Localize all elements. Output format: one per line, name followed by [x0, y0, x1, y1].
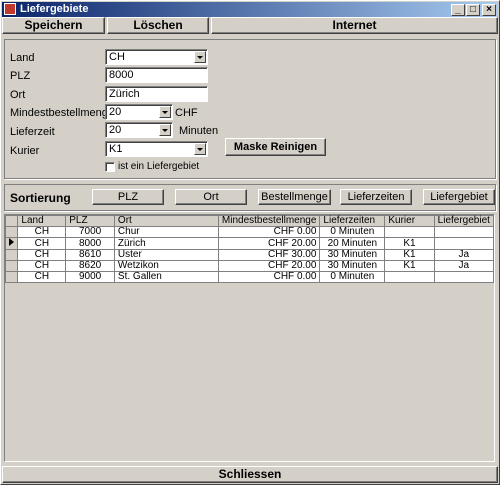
cell-min-order: CHF 0.00: [217, 226, 321, 238]
cell-delivery-area: [433, 237, 494, 250]
delete-button[interactable]: Löschen: [107, 17, 209, 34]
cell-plz: 8620: [65, 260, 115, 272]
table-row[interactable]: CH 9000 St. Gallen CHF 0.00 0 Minuten: [5, 271, 494, 283]
cell-ort: Uster: [113, 249, 219, 261]
cell-plz: 8000: [65, 237, 115, 250]
cell-delivery-area: Ja: [433, 249, 494, 261]
table-header-row: Land PLZ Ort Mindestbestellmenge Lieferz…: [5, 215, 494, 227]
row-selector[interactable]: [5, 249, 19, 261]
row-selector[interactable]: [5, 271, 19, 283]
cell-min-order: CHF 30.00: [217, 249, 321, 261]
min-order-unit: CHF: [175, 107, 198, 119]
save-button[interactable]: Speichern: [2, 17, 105, 34]
cell-plz: 8610: [65, 249, 115, 261]
land-select-value: CH: [109, 51, 125, 63]
app-icon: [4, 3, 16, 15]
plz-input[interactable]: 8000: [105, 67, 208, 83]
chevron-down-icon[interactable]: [194, 51, 206, 63]
table-row[interactable]: CH 8000 Zürich CHF 20.00 20 Minuten K1: [5, 237, 494, 250]
delivery-time-unit: Minuten: [179, 125, 219, 137]
cell-land: CH: [17, 249, 67, 261]
column-header-delivery-area[interactable]: Liefergebiet: [433, 215, 494, 227]
cell-ort: Wetzikon: [113, 260, 219, 272]
cell-min-order: CHF 20.00: [217, 237, 321, 250]
table-row[interactable]: CH 8620 Wetzikon CHF 20.00 30 Minuten K1…: [5, 260, 494, 272]
min-order-select[interactable]: 20: [105, 104, 173, 120]
delivery-time-value: 20: [109, 124, 122, 136]
sort-ort-button[interactable]: Ort: [175, 189, 247, 205]
main-window: Liefergebiete _ □ × Speichern Löschen In…: [0, 0, 500, 485]
cell-land: CH: [17, 237, 67, 250]
row-selector-header: [5, 215, 19, 227]
sort-label: Sortierung: [10, 191, 71, 205]
column-header-ort[interactable]: Ort: [113, 215, 219, 227]
ort-input[interactable]: Zürich: [105, 86, 208, 102]
cell-delivery-area: Ja: [433, 260, 494, 272]
min-order-label: Mindestbestellmenge: [10, 107, 114, 119]
column-header-min-order[interactable]: Mindestbestellmenge: [217, 215, 321, 227]
sort-bestellmenge-button[interactable]: Bestellmenge: [258, 189, 331, 205]
window-title: Liefergebiete: [20, 3, 89, 15]
cell-courier: K1: [384, 249, 435, 261]
chevron-down-icon[interactable]: [194, 143, 206, 155]
internet-button[interactable]: Internet: [211, 17, 498, 34]
table-row[interactable]: CH 7000 Chur CHF 0.00 0 Minuten: [5, 226, 494, 238]
cell-delivery-time: 30 Minuten: [319, 249, 386, 261]
cell-ort: Chur: [113, 226, 219, 238]
cell-land: CH: [17, 226, 67, 238]
cell-land: CH: [17, 260, 67, 272]
delivery-area-checkbox-label: ist ein Liefergebiet: [118, 161, 200, 172]
table-row[interactable]: CH 8610 Uster CHF 30.00 30 Minuten K1 Ja: [5, 249, 494, 261]
sort-lieferzeiten-button[interactable]: Lieferzeiten: [340, 189, 412, 205]
maximize-icon[interactable]: □: [466, 4, 480, 16]
cell-delivery-time: 20 Minuten: [319, 237, 386, 250]
cell-ort: Zürich: [113, 237, 219, 250]
title-bar: Liefergebiete _ □ ×: [2, 2, 498, 17]
ort-label: Ort: [10, 89, 26, 101]
land-label: Land: [10, 52, 35, 64]
cell-delivery-time: 30 Minuten: [319, 260, 386, 272]
chevron-down-icon[interactable]: [159, 124, 171, 136]
courier-label: Kurier: [10, 145, 40, 157]
courier-value: K1: [109, 143, 123, 155]
cell-delivery-area: [433, 271, 494, 283]
column-header-plz[interactable]: PLZ: [65, 215, 115, 227]
plz-label: PLZ: [10, 70, 31, 82]
delivery-time-label: Lieferzeit: [10, 126, 55, 138]
chevron-down-icon[interactable]: [159, 106, 171, 118]
cell-delivery-area: [433, 226, 494, 238]
close-icon[interactable]: ×: [482, 4, 496, 16]
clear-form-button[interactable]: Maske Reinigen: [225, 138, 326, 156]
column-header-courier[interactable]: Kurier: [384, 215, 435, 227]
cell-ort: St. Gallen: [113, 271, 219, 283]
cell-min-order: CHF 0.00: [217, 271, 321, 283]
minimize-icon[interactable]: _: [451, 4, 465, 16]
cell-courier: K1: [384, 237, 435, 250]
close-button[interactable]: Schliessen: [2, 466, 498, 483]
row-selector[interactable]: [5, 237, 19, 250]
courier-select[interactable]: K1: [105, 141, 208, 157]
min-order-value: 20: [109, 106, 122, 118]
column-header-delivery-times[interactable]: Lieferzeiten: [319, 215, 386, 227]
column-header-land[interactable]: Land: [17, 215, 67, 227]
cell-land: CH: [17, 271, 67, 283]
delivery-area-checkbox[interactable]: [105, 162, 115, 172]
cell-plz: 7000: [65, 226, 115, 238]
row-selector[interactable]: [5, 226, 19, 238]
cell-delivery-time: 0 Minuten: [319, 271, 386, 283]
cell-delivery-time: 0 Minuten: [319, 226, 386, 238]
cell-min-order: CHF 20.00: [217, 260, 321, 272]
sort-liefergebiet-button[interactable]: Liefergebiet: [423, 189, 495, 205]
row-selector[interactable]: [5, 260, 19, 272]
delivery-areas-table: Land PLZ Ort Mindestbestellmenge Lieferz…: [4, 214, 495, 462]
cell-plz: 9000: [65, 271, 115, 283]
land-select[interactable]: CH: [105, 49, 208, 65]
delivery-time-select[interactable]: 20: [105, 122, 173, 138]
cell-courier: K1: [384, 260, 435, 272]
sort-plz-button[interactable]: PLZ: [92, 189, 164, 205]
cell-courier: [384, 271, 435, 283]
cell-courier: [384, 226, 435, 238]
current-row-arrow-icon: [9, 238, 14, 246]
